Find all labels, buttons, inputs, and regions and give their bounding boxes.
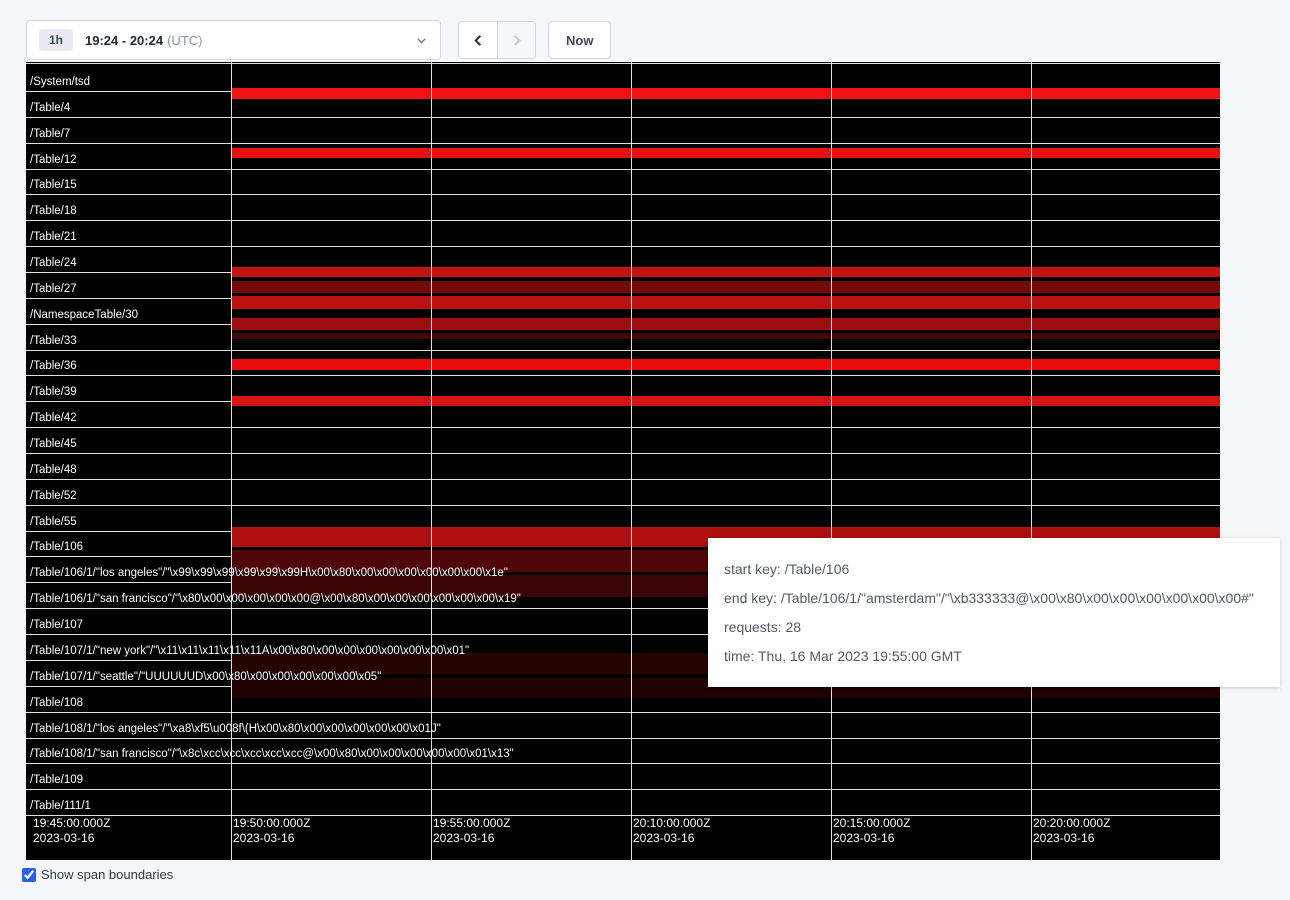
row-label: /Table/18 (30, 204, 77, 219)
span-boundary-line (26, 63, 1220, 64)
row-label: /Table/108/1/"los angeles"/"\xa8\xf5\u00… (30, 722, 441, 737)
chevron-down-icon (415, 34, 428, 47)
row-label: /Table/27 (30, 282, 77, 297)
row-label: /Table/107/1/"seattle"/"UUUUUUD\x00\x80\… (30, 670, 381, 685)
span-tooltip: start key: /Table/106 end key: /Table/10… (708, 538, 1280, 687)
time-axis-timestamp: 20:15:00.000Z (833, 816, 910, 831)
span-boundary-line (26, 375, 1220, 376)
span-boundary-line (26, 194, 1220, 195)
row-label: /Table/108/1/"san francisco"/"\x8c\xcc\x… (30, 747, 514, 762)
span-boundary-line (26, 220, 1220, 221)
span-boundary-line (26, 350, 1220, 351)
span-boundary-line (26, 143, 1220, 144)
tooltip-requests: requests: 28 (724, 619, 1264, 635)
row-label: /Table/107 (30, 618, 83, 633)
row-label: /Table/45 (30, 437, 77, 452)
time-axis-label: 20:10:00.000Z2023-03-16 (633, 816, 710, 846)
time-gridline (631, 62, 632, 860)
row-label: /System/tsd (30, 75, 90, 90)
time-axis-label: 20:20:00.000Z2023-03-16 (1033, 816, 1110, 846)
row-label: /Table/15 (30, 178, 77, 193)
time-range-dropdown[interactable]: 1h 19:24 - 20:24 (UTC) (26, 20, 441, 60)
time-axis-date: 2023-03-16 (33, 831, 110, 846)
span-boundary-line (26, 738, 1220, 739)
next-interval-button[interactable] (497, 22, 535, 58)
row-label: /Table/111/1 (30, 799, 91, 814)
time-nav-group (458, 21, 536, 59)
heat-band[interactable] (231, 281, 1220, 293)
tooltip-end-key: end key: /Table/106/1/"amsterdam"/"\xb33… (724, 590, 1264, 606)
time-axis-label: 19:55:00.000Z2023-03-16 (433, 816, 510, 846)
show-span-boundaries-checkbox[interactable] (22, 868, 36, 882)
time-axis-timestamp: 19:50:00.000Z (233, 816, 310, 831)
row-label: /Table/52 (30, 489, 77, 504)
duration-badge: 1h (39, 29, 73, 51)
time-axis-date: 2023-03-16 (233, 831, 310, 846)
row-label: /Table/55 (30, 515, 77, 530)
span-boundary-line (26, 479, 1220, 480)
tooltip-start-key: start key: /Table/106 (724, 561, 1264, 577)
time-gridline (1031, 62, 1032, 860)
time-axis-timestamp: 20:20:00.000Z (1033, 816, 1110, 831)
time-axis-label: 19:45:00.000Z2023-03-16 (33, 816, 110, 846)
row-label: /Table/106 (30, 540, 83, 555)
heat-band[interactable] (231, 148, 1220, 158)
span-boundaries-control: Show span boundaries (22, 867, 173, 882)
time-axis-label: 19:50:00.000Z2023-03-16 (233, 816, 310, 846)
time-gridline (431, 62, 432, 860)
row-label: /Table/108 (30, 696, 83, 711)
time-axis-label: 20:15:00.000Z2023-03-16 (833, 816, 910, 846)
row-label: /Table/42 (30, 411, 77, 426)
row-label: /Table/33 (30, 334, 77, 349)
row-label: /Table/36 (30, 359, 77, 374)
tooltip-time: time: Thu, 16 Mar 2023 19:55:00 GMT (724, 648, 1264, 664)
time-axis-date: 2023-03-16 (633, 831, 710, 846)
time-axis-date: 2023-03-16 (1033, 831, 1110, 846)
span-boundary-line (26, 246, 1220, 247)
heat-band[interactable] (231, 318, 1220, 330)
chevron-left-icon (471, 33, 486, 48)
chevron-right-icon (509, 33, 524, 48)
row-label: /Table/21 (30, 230, 77, 245)
span-boundary-line (26, 169, 1220, 170)
span-boundary-line (26, 427, 1220, 428)
heat-band[interactable] (231, 396, 1220, 406)
time-axis-date: 2023-03-16 (433, 831, 510, 846)
row-label: /Table/48 (30, 463, 77, 478)
row-label: /Table/109 (30, 773, 83, 788)
show-span-boundaries-label: Show span boundaries (41, 867, 173, 882)
row-label: /Table/24 (30, 256, 77, 271)
row-label: /Table/106/1/"san francisco"/"\x80\x00\x… (30, 592, 521, 607)
heat-band[interactable] (231, 359, 1220, 370)
row-label: /Table/4 (30, 101, 70, 116)
now-button[interactable]: Now (548, 21, 611, 59)
heat-band[interactable] (231, 267, 1220, 277)
row-label: /Table/107/1/"new york"/"\x11\x11\x11\x1… (30, 644, 469, 659)
heat-band[interactable] (231, 296, 1220, 309)
time-axis-timestamp: 19:45:00.000Z (33, 816, 110, 831)
row-label: /Table/12 (30, 153, 77, 168)
time-range-label: 19:24 - 20:24 (85, 33, 163, 48)
row-label: /Table/106/1/"los angeles"/"\x99\x99\x99… (30, 566, 508, 581)
time-zone-label: (UTC) (167, 33, 202, 48)
row-label: /NamespaceTable/30 (30, 308, 138, 323)
prev-interval-button[interactable] (459, 22, 497, 58)
heat-band[interactable] (231, 88, 1220, 99)
span-boundary-line (26, 712, 1220, 713)
span-boundary-line (26, 453, 1220, 454)
span-boundary-line (26, 763, 1220, 764)
row-label: /Table/7 (30, 127, 70, 142)
heat-band[interactable] (231, 333, 1220, 339)
span-boundary-line (26, 117, 1220, 118)
time-gridline (231, 62, 232, 860)
key-visualizer-heatmap[interactable]: /System/tsd/Table/4/Table/7/Table/12/Tab… (26, 62, 1220, 860)
span-boundary-line (26, 505, 1220, 506)
time-axis-date: 2023-03-16 (833, 831, 910, 846)
time-axis-timestamp: 20:10:00.000Z (633, 816, 710, 831)
time-axis-timestamp: 19:55:00.000Z (433, 816, 510, 831)
toolbar: 1h 19:24 - 20:24 (UTC) Now (26, 20, 611, 60)
time-gridline (831, 62, 832, 860)
row-label: /Table/39 (30, 385, 77, 400)
span-boundary-line (26, 789, 1220, 790)
